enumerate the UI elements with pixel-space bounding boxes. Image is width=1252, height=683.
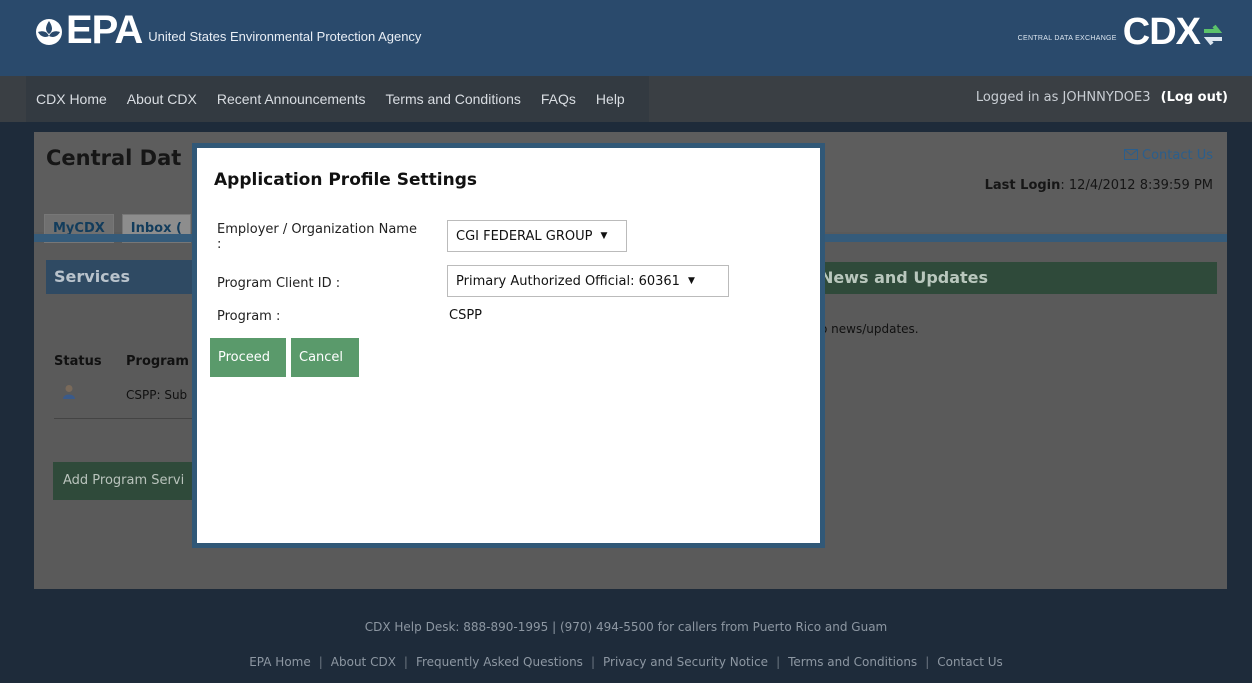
nav-terms-and-conditions[interactable]: Terms and Conditions	[386, 91, 521, 107]
nav-help[interactable]: Help	[596, 91, 625, 107]
client-id-selected-value: Primary Authorized Official: 60361	[456, 273, 680, 289]
cdx-logo-text: CDX	[1122, 11, 1201, 53]
cdx-logo-tagline: CENTRAL DATA EXCHANGE	[1017, 35, 1117, 42]
chevron-down-icon: ▼	[687, 276, 695, 286]
chevron-down-icon: ▼	[600, 231, 608, 241]
footer-contact-us[interactable]: Contact Us	[929, 655, 1011, 669]
employer-select[interactable]: CGI FEDERAL GROUP ▼	[447, 220, 627, 252]
nav-faqs[interactable]: FAQs	[541, 91, 576, 107]
envelope-icon	[1123, 149, 1138, 160]
proceed-button[interactable]: Proceed	[210, 338, 286, 377]
news-heading: News and Updates	[820, 262, 1217, 294]
help-desk-info: CDX Help Desk: 888-890-1995 | (970) 494-…	[364, 620, 888, 634]
contact-us-link[interactable]: Contact Us	[1123, 148, 1213, 163]
epa-logo-text: EPA	[66, 8, 143, 52]
program-row-cell[interactable]: CSPP: Sub	[126, 388, 187, 402]
last-login: Last Login: 12/4/2012 8:39:59 PM	[985, 178, 1213, 193]
employer-label: Employer / Organization Name :	[217, 222, 417, 252]
footer-about-cdx[interactable]: About CDX	[323, 655, 404, 669]
table-row-divider	[54, 418, 214, 419]
page-title: Central Dat	[46, 146, 182, 170]
last-login-label: Last Login	[984, 178, 1061, 193]
logged-in-status: Logged in as JOHNNYDOE3 (Log out)	[976, 90, 1228, 105]
employer-selected-value: CGI FEDERAL GROUP	[456, 228, 593, 244]
footer-links: EPA Home | About CDX | Frequently Asked Qu…	[0, 655, 1252, 669]
nav-cdx-home[interactable]: CDX Home	[36, 91, 107, 107]
program-label: Program :	[217, 309, 281, 324]
epa-flower-icon	[36, 19, 62, 45]
client-id-label: Program Client ID :	[217, 276, 341, 291]
user-status-icon	[62, 384, 76, 404]
nav-menu: CDX Home About CDX Recent Announcements …	[26, 76, 649, 122]
program-value: CSPP	[449, 308, 483, 323]
cancel-button[interactable]: Cancel	[291, 338, 359, 377]
status-column-header: Status	[54, 354, 102, 369]
news-text: o news/updates.	[820, 322, 919, 336]
client-id-select[interactable]: Primary Authorized Official: 60361 ▼	[447, 265, 729, 297]
site-header: EPA United States Environmental Protecti…	[0, 0, 1252, 76]
application-profile-modal: Application Profile Settings Employer / …	[192, 143, 825, 548]
cdx-logo[interactable]: CENTRAL DATA EXCHANGE CDX	[1018, 12, 1224, 52]
logout-link[interactable]: (Log out)	[1161, 90, 1228, 105]
exchange-arrows-icon	[1203, 24, 1223, 46]
epa-logo-mark: EPA	[34, 8, 143, 52]
program-column-header: Program	[126, 354, 189, 369]
modal-title: Application Profile Settings	[214, 170, 477, 190]
last-login-value: : 12/4/2012 8:39:59 PM	[1060, 178, 1213, 193]
epa-logo[interactable]: EPA United States Environmental Protecti…	[34, 10, 421, 50]
nav-recent-announcements[interactable]: Recent Announcements	[217, 91, 366, 107]
logged-in-text: Logged in as JOHNNYDOE3	[975, 90, 1151, 105]
footer-epa-home[interactable]: EPA Home	[241, 655, 319, 669]
contact-us-label: Contact Us	[1142, 148, 1213, 163]
top-nav: CDX Home About CDX Recent Announcements …	[0, 76, 1252, 122]
footer-privacy[interactable]: Privacy and Security Notice	[595, 655, 776, 669]
nav-about-cdx[interactable]: About CDX	[127, 91, 197, 107]
footer-terms[interactable]: Terms and Conditions	[780, 655, 925, 669]
agency-name: United States Environmental Protection A…	[148, 29, 422, 44]
footer-faq[interactable]: Frequently Asked Questions	[408, 655, 591, 669]
